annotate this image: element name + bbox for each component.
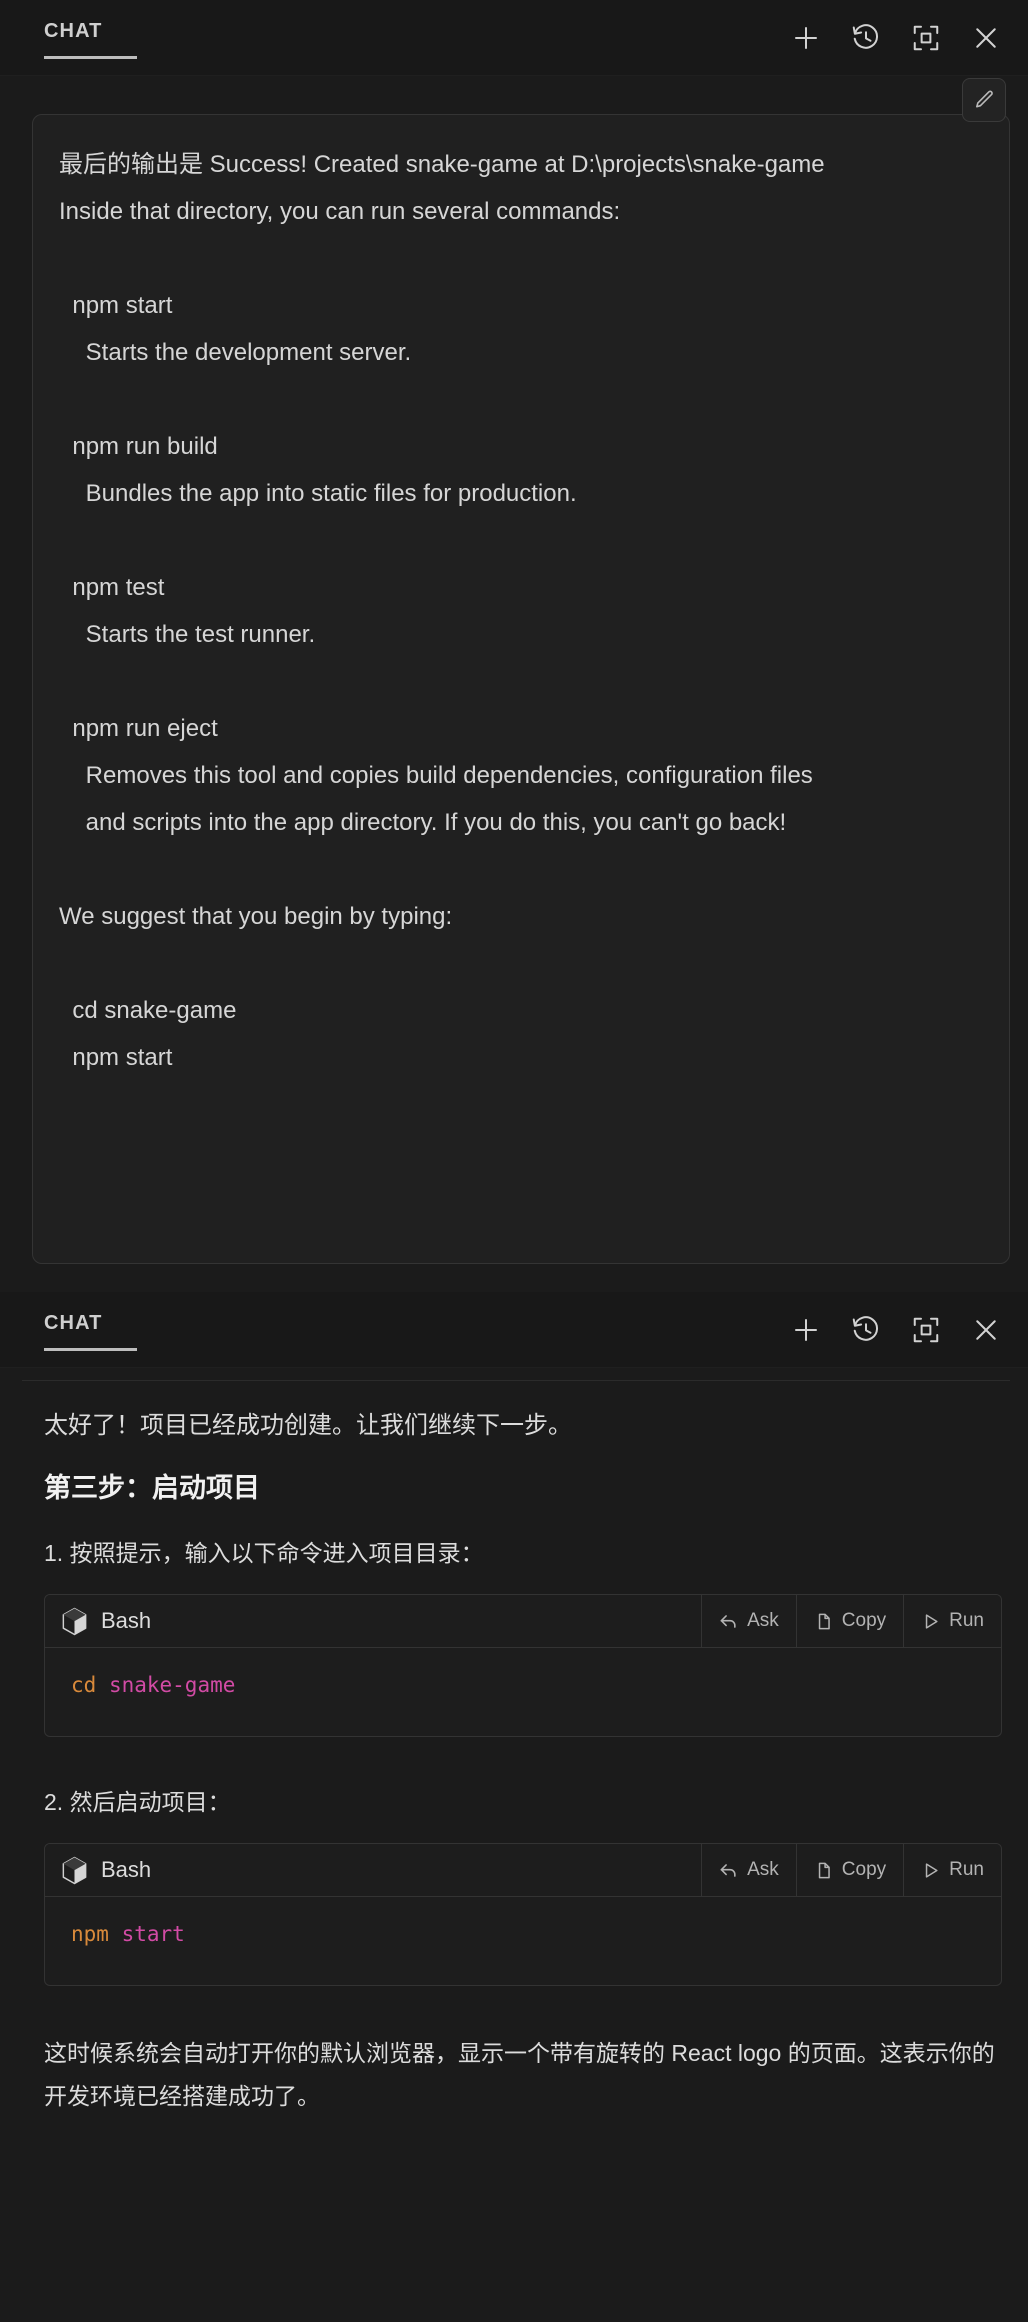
ask-button-label: Ask [747, 1610, 779, 1631]
code-line: npm start [71, 1919, 975, 1949]
play-icon [921, 1861, 940, 1880]
play-icon [921, 1612, 940, 1631]
reply-arrow-icon [719, 1861, 738, 1880]
top-panel-header: CHAT [0, 0, 1028, 76]
user-message-bubble[interactable]: 最后的输出是 Success! Created snake-game at D:… [32, 114, 1010, 1264]
ask-button[interactable]: Ask [701, 1844, 796, 1896]
copy-icon [814, 1612, 833, 1631]
code-line: cd snake-game [71, 1670, 975, 1700]
assistant-intro-paragraph: 太好了！项目已经成功创建。让我们继续下一步。 [44, 1412, 572, 1439]
assistant-closing-paragraph: 这时候系统会自动打开你的默认浏览器，显示一个带有旋转的 React logo 的… [44, 2040, 995, 2109]
code-block: Bash Ask [44, 1843, 1002, 1986]
copy-button-label: Copy [841, 1610, 887, 1631]
tab-chat-bottom[interactable]: CHAT [44, 1309, 137, 1351]
code-language-label: Bash [101, 1608, 152, 1633]
new-chat-icon[interactable] [790, 22, 822, 54]
code-language: Bash [45, 1595, 701, 1647]
code-language: Bash [45, 1844, 701, 1896]
assistant-scroll-area: 太好了！项目已经成功创建。让我们继续下一步。 第三步：启动项目 1. 按照提示，… [0, 1368, 1028, 2118]
run-button-label: Run [949, 1859, 984, 1880]
copy-button[interactable]: Copy [795, 1844, 903, 1896]
ask-button[interactable]: Ask [701, 1595, 796, 1647]
maximize-icon[interactable] [910, 1314, 942, 1346]
reply-arrow-icon [719, 1612, 738, 1631]
code-block-header: Bash Ask Copy Run [45, 1844, 1001, 1897]
history-icon[interactable] [850, 1314, 882, 1346]
code-token-command: cd [71, 1673, 97, 1697]
bash-icon [61, 1856, 88, 1885]
close-icon[interactable] [970, 22, 1002, 54]
new-chat-icon[interactable] [790, 1314, 822, 1346]
assistant-step-2-label: 2. 然后启动项目： [44, 1789, 231, 1815]
run-button[interactable]: Run [903, 1844, 1001, 1896]
code-block: Bash Ask [44, 1594, 1002, 1737]
panel-title-label: CHAT [44, 19, 103, 42]
tab-active-underline [44, 55, 137, 59]
close-icon[interactable] [970, 1314, 1002, 1346]
assistant-step-1-label: 1. 按照提示，输入以下命令进入项目目录： [44, 1540, 484, 1566]
code-token-command: npm [71, 1922, 109, 1946]
run-button[interactable]: Run [903, 1595, 1001, 1647]
bash-icon [61, 1607, 88, 1636]
tab-active-underline [44, 1347, 137, 1351]
code-block-header: Bash Ask Copy Run [45, 1595, 1001, 1648]
code-block-body[interactable]: cd snake-game [45, 1648, 1001, 1736]
user-message-section: 最后的输出是 Success! Created snake-game at D:… [0, 76, 1028, 1292]
ask-button-label: Ask [747, 1859, 779, 1880]
tab-chat-top[interactable]: CHAT [44, 17, 137, 59]
panel-title-label: CHAT [44, 1311, 103, 1334]
code-language-label: Bash [101, 1857, 152, 1882]
bottom-panel-header: CHAT [0, 1292, 1028, 1368]
code-block-body[interactable]: npm start [45, 1897, 1001, 1985]
code-token-argument: start [121, 1922, 185, 1946]
run-button-label: Run [949, 1610, 984, 1631]
copy-button-label: Copy [841, 1859, 887, 1880]
code-block-actions: Ask Copy Run [701, 1595, 1001, 1647]
bottom-header-actions [790, 1314, 1002, 1346]
maximize-icon[interactable] [910, 22, 942, 54]
history-icon[interactable] [850, 22, 882, 54]
assistant-step-heading: 第三步：启动项目 [44, 1473, 260, 1503]
content-divider [22, 1380, 1010, 1381]
top-header-actions [790, 22, 1002, 54]
assistant-message-section: 太好了！项目已经成功创建。让我们继续下一步。 第三步：启动项目 1. 按照提示，… [0, 1368, 1028, 2322]
copy-button[interactable]: Copy [795, 1595, 903, 1647]
edit-message-button[interactable] [962, 78, 1006, 122]
code-token-argument: snake-game [108, 1673, 236, 1697]
code-block-actions: Ask Copy Run [701, 1844, 1001, 1896]
user-message-text: 最后的输出是 Success! Created snake-game at D:… [59, 151, 825, 1071]
copy-icon [814, 1861, 833, 1880]
chat-panel-app: CHAT 最后的输出是 Success! Created snake-game … [0, 0, 1028, 2322]
